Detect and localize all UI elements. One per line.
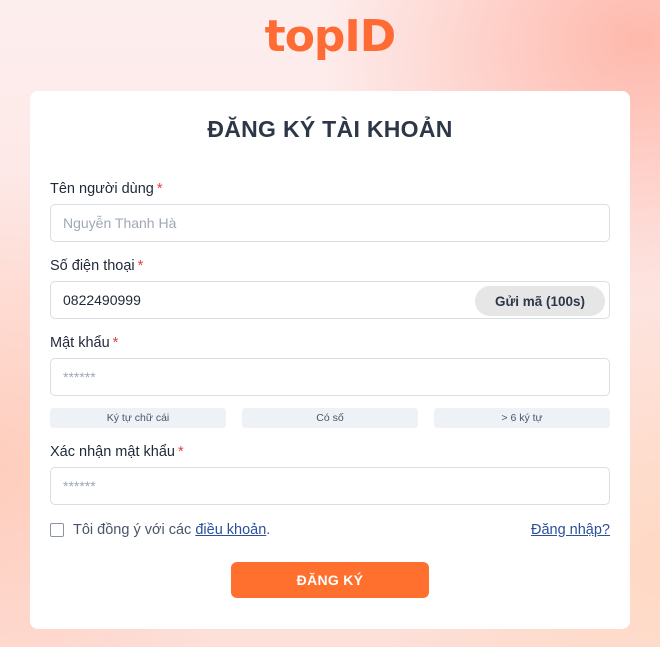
terms-agreement: Tôi đồng ý với các điều khoản. [50, 522, 270, 538]
confirm-password-label-text: Xác nhận mật khẩu [50, 444, 175, 460]
confirm-password-field-box [50, 467, 610, 505]
hint-letters: Ký tự chữ cái [50, 408, 226, 428]
terms-text: Tôi đồng ý với các [73, 522, 192, 538]
username-label: Tên người dùng * [50, 181, 163, 197]
terms-suffix: . [266, 522, 271, 538]
required-marker: * [177, 444, 184, 460]
required-marker: * [112, 335, 119, 351]
password-label-text: Mật khẩu [50, 335, 110, 351]
terms-link[interactable]: điều khoản [195, 522, 266, 538]
phone-field-box: Gửi mã (100s) [50, 281, 610, 319]
username-label-text: Tên người dùng [50, 181, 154, 197]
terms-checkbox[interactable] [50, 523, 64, 537]
phone-label: Số điện thoại * [50, 258, 143, 274]
phone-label-text: Số điện thoại [50, 258, 135, 274]
hint-length: > 6 ký tự [434, 408, 610, 428]
register-submit-button[interactable]: ĐĂNG KÝ [231, 562, 429, 598]
brand-logo: topID [264, 11, 397, 62]
password-hints: Ký tự chữ cái Có số > 6 ký tự [50, 408, 610, 428]
confirm-password-label: Xác nhận mật khẩu * [50, 444, 184, 460]
password-label: Mật khẩu * [50, 335, 118, 351]
hint-number: Có số [242, 408, 418, 428]
send-otp-button[interactable]: Gửi mã (100s) [475, 286, 605, 316]
password-field-box [50, 358, 610, 396]
username-field-box [50, 204, 610, 242]
login-link[interactable]: Đăng nhập? [531, 522, 610, 538]
page-title: ĐĂNG KÝ TÀI KHOẢN [207, 116, 453, 142]
confirm-password-input[interactable] [51, 468, 609, 504]
username-input[interactable] [51, 205, 609, 241]
register-card: ĐĂNG KÝ TÀI KHOẢN Tên người dùng* Số điệ… [30, 91, 630, 629]
required-marker: * [137, 258, 144, 274]
required-marker: * [156, 181, 163, 197]
password-input[interactable] [51, 359, 609, 395]
